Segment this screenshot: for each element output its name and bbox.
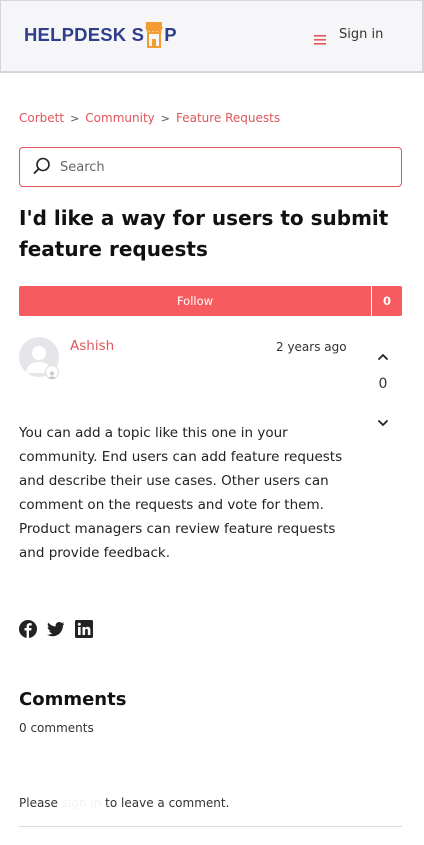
logo-text-left: HELPDESK S [24,24,145,45]
search-box [19,147,402,187]
hamburger-menu-icon[interactable] [314,30,326,45]
please-text: Please [19,796,58,810]
author-name[interactable]: Ashish [70,338,114,354]
breadcrumb-separator-icon: > [160,111,170,125]
breadcrumb-item-community[interactable]: Community [85,111,154,125]
sign-in-to-comment-link[interactable]: sign in [62,796,102,810]
leave-comment-text: to leave a comment. [105,796,230,810]
follow-button[interactable]: Follow 0 [19,286,402,316]
breadcrumb: Corbett > Community > Feature Requests [19,111,280,125]
breadcrumb-item-feature-requests[interactable]: Feature Requests [176,111,280,125]
user-badge-icon [45,365,59,379]
upvote-chevron-up-icon[interactable] [376,347,390,360]
search-input[interactable] [60,148,390,186]
twitter-icon[interactable] [47,620,65,638]
comments-count: 0 comments [19,721,94,735]
post-body: You can add a topic like this one in you… [19,425,343,561]
shop-stall-icon [145,21,164,49]
comments-heading: Comments [19,689,127,710]
follow-label: Follow [19,286,372,316]
sign-in-prompt: Please sign in to leave a comment. [19,796,229,810]
follower-count: 0 [382,294,391,308]
page-title: I'd like a way for users to submit featu… [19,206,389,261]
site-header: HELPDESK S P Sign in [0,0,424,73]
divider [19,826,402,827]
downvote-chevron-down-icon[interactable] [376,413,390,426]
breadcrumb-separator-icon: > [70,111,80,125]
post-timestamp: 2 years ago [276,340,347,354]
vote-count: 0 [378,376,388,392]
logo[interactable]: HELPDESK S P [24,17,177,53]
share-links [19,620,93,638]
facebook-icon[interactable] [19,620,37,638]
sign-in-link[interactable]: Sign in [339,27,383,42]
linkedin-icon[interactable] [75,620,93,638]
breadcrumb-item-corbett[interactable]: Corbett [19,111,64,125]
logo-text-right: P [164,24,177,45]
search-icon [33,157,51,175]
